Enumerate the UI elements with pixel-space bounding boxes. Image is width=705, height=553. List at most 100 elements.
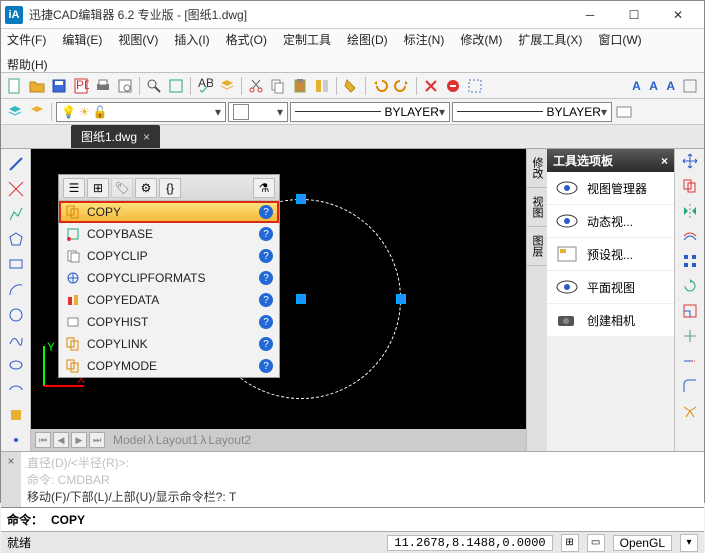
menu-draw[interactable]: 绘图(D) bbox=[347, 31, 388, 48]
command-history-text[interactable]: 直径(D)/<半径(R)>: 命令: CMDBAR 移动(F)/下部(L)/上部… bbox=[21, 452, 704, 507]
palette-item-view-manager[interactable]: 视图管理器 bbox=[547, 172, 674, 205]
popup-braces-icon[interactable]: {} bbox=[159, 178, 181, 198]
menu-custom-tools[interactable]: 定制工具 bbox=[283, 31, 331, 48]
popup-settings-icon[interactable]: ⚙ bbox=[135, 178, 157, 198]
minimize-button[interactable]: ─ bbox=[568, 1, 612, 29]
status-tablet-icon[interactable]: ▭ bbox=[587, 534, 605, 552]
layer-combo[interactable]: 💡 ☀ 🔓 ▾ bbox=[56, 102, 226, 122]
palette-item-dynamic-view[interactable]: 动态视... bbox=[547, 205, 674, 238]
layer-state-icon[interactable] bbox=[27, 102, 47, 122]
color-combo[interactable]: ▾ bbox=[228, 102, 288, 122]
scale-tool-icon[interactable] bbox=[682, 303, 698, 322]
print-preview-icon[interactable] bbox=[115, 76, 135, 96]
move-tool-icon[interactable] bbox=[682, 153, 698, 172]
explode-tool-icon[interactable] bbox=[682, 403, 698, 422]
ellipse-tool-icon[interactable] bbox=[5, 354, 27, 375]
polyline-tool-icon[interactable] bbox=[5, 203, 27, 224]
layout-tab-model[interactable]: Model bbox=[113, 433, 146, 447]
lineweight-combo[interactable]: BYLAYER ▾ bbox=[452, 102, 612, 122]
save-icon[interactable] bbox=[49, 76, 69, 96]
help-icon[interactable]: ? bbox=[259, 205, 273, 219]
status-dropdown-icon[interactable]: ▾ bbox=[680, 534, 698, 552]
palette-close-icon[interactable]: × bbox=[661, 154, 668, 168]
help-icon[interactable]: ? bbox=[259, 293, 273, 307]
help-icon[interactable]: ? bbox=[259, 271, 273, 285]
zoom-all-icon[interactable] bbox=[166, 76, 186, 96]
popup-grid-icon[interactable]: ⊞ bbox=[87, 178, 109, 198]
new-icon[interactable] bbox=[5, 76, 25, 96]
rotate-tool-icon[interactable] bbox=[682, 278, 698, 297]
spline-tool-icon[interactable] bbox=[5, 329, 27, 350]
format-paint-icon[interactable] bbox=[341, 76, 361, 96]
purge-icon[interactable] bbox=[443, 76, 463, 96]
copy-icon[interactable] bbox=[268, 76, 288, 96]
linetype-combo[interactable]: BYLAYER ▾ bbox=[290, 102, 450, 122]
menu-dimension[interactable]: 标注(N) bbox=[404, 31, 445, 48]
print-icon[interactable] bbox=[93, 76, 113, 96]
popup-tag-icon[interactable]: 🏷 bbox=[111, 178, 133, 198]
popup-beaker-icon[interactable]: ⚗ bbox=[253, 178, 275, 198]
menu-modify[interactable]: 修改(M) bbox=[460, 31, 502, 48]
autocomplete-item[interactable]: COPYEDATA ? bbox=[59, 289, 279, 311]
grip-top[interactable] bbox=[296, 194, 306, 204]
grip-right[interactable] bbox=[396, 294, 406, 304]
search-icon[interactable] bbox=[144, 76, 164, 96]
maximize-button[interactable]: ☐ bbox=[612, 1, 656, 29]
grip-center[interactable] bbox=[296, 294, 306, 304]
layout-prev-icon[interactable]: ◀ bbox=[53, 432, 69, 448]
cut-icon[interactable] bbox=[246, 76, 266, 96]
layout-tab-2[interactable]: Layout2 bbox=[208, 433, 251, 447]
menu-view[interactable]: 视图(V) bbox=[118, 31, 158, 48]
fillet-tool-icon[interactable] bbox=[682, 378, 698, 397]
match-icon[interactable] bbox=[312, 76, 332, 96]
mirror-tool-icon[interactable] bbox=[682, 203, 698, 222]
status-snap-icon[interactable]: ⊞ bbox=[561, 534, 579, 552]
open-icon[interactable] bbox=[27, 76, 47, 96]
point-tool-icon[interactable] bbox=[5, 430, 27, 451]
popup-list-icon[interactable]: ☰ bbox=[63, 178, 85, 198]
paste-icon[interactable] bbox=[290, 76, 310, 96]
redo-icon[interactable] bbox=[392, 76, 412, 96]
text-settings-icon[interactable] bbox=[680, 76, 700, 96]
palette-item-plan-view[interactable]: 平面视图 bbox=[547, 271, 674, 304]
palette-tab-layer[interactable]: 图层 bbox=[527, 227, 547, 266]
menu-ext-tools[interactable]: 扩展工具(X) bbox=[518, 31, 582, 48]
command-input[interactable]: 命令： COPY bbox=[1, 507, 704, 531]
rectangle-tool-icon[interactable] bbox=[5, 254, 27, 275]
autocomplete-item[interactable]: COPYLINK ? bbox=[59, 333, 279, 355]
pdf-icon[interactable]: PDF bbox=[71, 76, 91, 96]
help-icon[interactable]: ? bbox=[259, 315, 273, 329]
copy-tool-icon[interactable] bbox=[682, 178, 698, 197]
menu-file[interactable]: 文件(F) bbox=[7, 31, 46, 48]
close-button[interactable]: ✕ bbox=[656, 1, 700, 29]
array-tool-icon[interactable] bbox=[682, 253, 698, 272]
status-renderer[interactable]: OpenGL bbox=[613, 535, 672, 551]
trim-tool-icon[interactable] bbox=[682, 328, 698, 347]
menu-edit[interactable]: 编辑(E) bbox=[62, 31, 102, 48]
command-area-close-icon[interactable]: × bbox=[1, 452, 21, 507]
layout-next-icon[interactable]: ▶ bbox=[71, 432, 87, 448]
layout-tab-1[interactable]: Layout1 bbox=[156, 433, 199, 447]
autocomplete-item[interactable]: COPYHIST ? bbox=[59, 311, 279, 333]
close-tab-icon[interactable]: × bbox=[143, 130, 150, 144]
layers-icon[interactable] bbox=[217, 76, 237, 96]
palette-item-preset-view[interactable]: 预设视... bbox=[547, 238, 674, 271]
autocomplete-item[interactable]: COPY ? bbox=[59, 201, 279, 223]
arc-tool-icon[interactable] bbox=[5, 279, 27, 300]
insert-block-icon[interactable] bbox=[5, 405, 27, 426]
layer-manager-icon[interactable] bbox=[5, 102, 25, 122]
delete-icon[interactable] bbox=[421, 76, 441, 96]
palette-tab-modify[interactable]: 修改 bbox=[527, 149, 547, 188]
linetype-scale-icon[interactable] bbox=[614, 102, 634, 122]
circle-tool-icon[interactable] bbox=[5, 304, 27, 325]
layout-first-icon[interactable]: ⏮ bbox=[35, 432, 51, 448]
autocomplete-item[interactable]: COPYCLIPFORMATS ? bbox=[59, 267, 279, 289]
autocomplete-item[interactable]: COPYCLIP ? bbox=[59, 245, 279, 267]
text-style-icons[interactable]: A A A bbox=[632, 79, 678, 93]
offset-tool-icon[interactable] bbox=[682, 228, 698, 247]
autocomplete-item[interactable]: COPYMODE ? bbox=[59, 355, 279, 377]
menu-help[interactable]: 帮助(H) bbox=[7, 56, 48, 73]
layout-last-icon[interactable]: ⏭ bbox=[89, 432, 105, 448]
document-tab[interactable]: 图纸1.dwg × bbox=[71, 125, 160, 148]
polygon-tool-icon[interactable] bbox=[5, 229, 27, 250]
